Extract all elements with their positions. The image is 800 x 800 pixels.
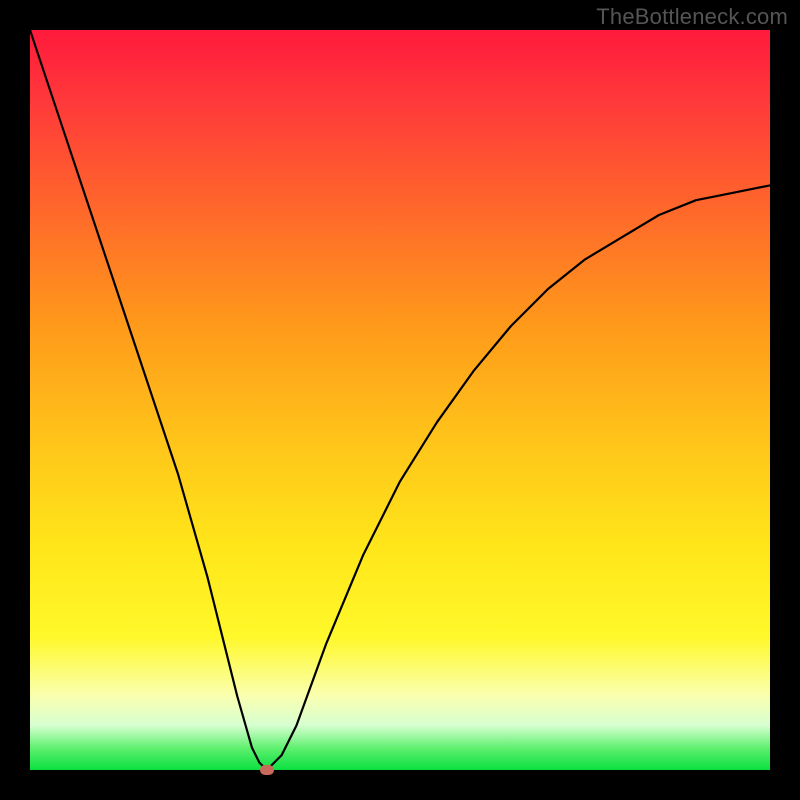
plot-area	[30, 30, 770, 770]
bottleneck-curve	[30, 30, 770, 770]
watermark-text: TheBottleneck.com	[596, 4, 788, 30]
optimal-point-marker	[260, 765, 274, 775]
chart-frame: TheBottleneck.com	[0, 0, 800, 800]
